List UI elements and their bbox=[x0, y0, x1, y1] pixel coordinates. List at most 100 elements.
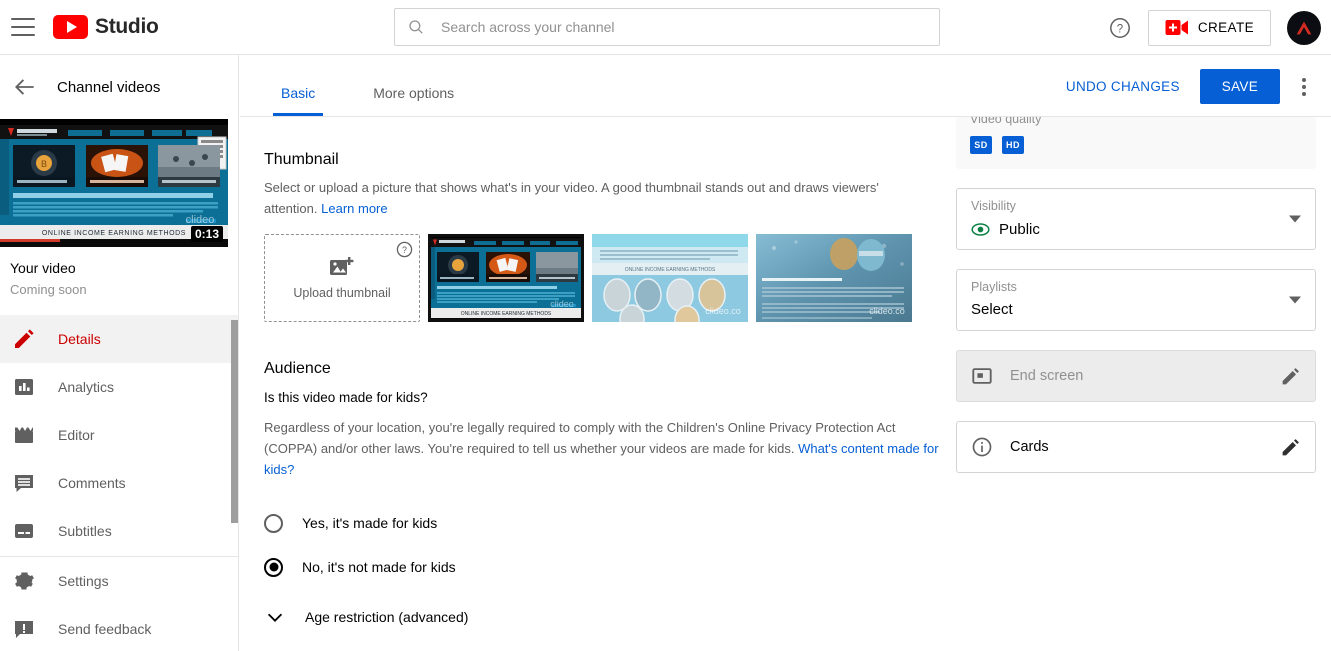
video-title: Your video bbox=[10, 260, 238, 276]
sidebar-item-label: Settings bbox=[58, 573, 109, 589]
sidebar-item-subtitles[interactable]: Subtitles bbox=[0, 507, 238, 555]
pencil-icon[interactable] bbox=[1280, 437, 1301, 458]
radio-made-for-kids[interactable]: Yes, it's made for kids bbox=[264, 506, 954, 540]
svg-text:?: ? bbox=[402, 245, 407, 255]
chevron-down-icon bbox=[1289, 297, 1301, 304]
upload-thumbnail-button[interactable]: Upload thumbnail ? bbox=[264, 234, 420, 322]
search-input[interactable] bbox=[441, 19, 927, 35]
age-restriction-toggle[interactable]: Age restriction (advanced) bbox=[264, 606, 954, 628]
youtube-logo-icon bbox=[53, 15, 88, 39]
sidebar-item-analytics[interactable]: Analytics bbox=[0, 363, 238, 411]
cards-label: Cards bbox=[1010, 439, 1280, 455]
undo-changes-button[interactable]: UNDO CHANGES bbox=[1054, 70, 1192, 103]
svg-text:clideo: clideo bbox=[186, 214, 215, 226]
audience-note: Regardless of your location, you're lega… bbox=[264, 417, 939, 480]
sidebar-item-settings[interactable]: Settings bbox=[0, 557, 238, 605]
tab-bar: Basic More options UNDO CHANGES SAVE bbox=[240, 55, 1331, 117]
chevron-down-icon bbox=[1289, 216, 1301, 223]
svg-text:clideo.co: clideo.co bbox=[869, 306, 905, 316]
search-box[interactable] bbox=[394, 8, 940, 46]
sidebar-item-editor[interactable]: Editor bbox=[0, 411, 238, 459]
audience-question: Is this video made for kids? bbox=[264, 390, 954, 405]
comment-icon bbox=[12, 471, 36, 495]
playlists-value-row: Select bbox=[971, 301, 1301, 318]
tab-more-options[interactable]: More options bbox=[365, 85, 462, 116]
tab-label: More options bbox=[373, 85, 454, 101]
create-button[interactable]: CREATE bbox=[1148, 10, 1271, 46]
tab-basic[interactable]: Basic bbox=[273, 85, 323, 116]
bar-chart-icon bbox=[12, 375, 36, 399]
sidebar-item-label: Analytics bbox=[58, 379, 114, 395]
radio-label: Yes, it's made for kids bbox=[302, 515, 437, 531]
sidebar-item-comments[interactable]: Comments bbox=[0, 459, 238, 507]
help-circle-icon[interactable]: ? bbox=[396, 241, 413, 258]
auto-thumbnail-option-1[interactable]: ONLINE INCOME EARNING METHODS clideo bbox=[428, 234, 584, 322]
sidebar-item-send-feedback[interactable]: Send feedback bbox=[0, 605, 238, 651]
svg-text:ONLINE INCOME EARNING METHODS: ONLINE INCOME EARNING METHODS bbox=[625, 267, 716, 273]
video-thumbnail-preview[interactable]: B bbox=[0, 119, 228, 247]
hamburger-icon[interactable] bbox=[11, 18, 35, 36]
back-arrow-icon[interactable] bbox=[12, 74, 38, 100]
top-header: Studio ? bbox=[0, 0, 1331, 55]
audience-radio-group: Yes, it's made for kids No, it's not mad… bbox=[264, 506, 954, 584]
end-screen-label: End screen bbox=[1010, 368, 1280, 384]
visibility-label: Visibility bbox=[971, 199, 1301, 213]
studio-brand-logo[interactable]: Studio bbox=[53, 15, 159, 39]
playlists-label: Playlists bbox=[971, 280, 1301, 294]
pencil-icon bbox=[12, 327, 36, 351]
svg-text:clideo: clideo bbox=[550, 299, 574, 309]
sidebar-header: Channel videos bbox=[0, 55, 238, 119]
help-circle-icon[interactable]: ? bbox=[1108, 16, 1132, 40]
svg-text:clideo.co: clideo.co bbox=[705, 306, 741, 316]
end-screen-icon bbox=[971, 365, 993, 387]
pencil-icon[interactable] bbox=[1280, 366, 1301, 387]
radio-indicator bbox=[264, 514, 283, 533]
right-column: Video quality SD HD Visibility Public bbox=[956, 117, 1316, 473]
account-avatar-icon[interactable] bbox=[1287, 11, 1321, 45]
sidebar-item-label: Editor bbox=[58, 427, 95, 443]
sidebar-nav: Details Analytics E bbox=[0, 315, 238, 555]
brand-name: Studio bbox=[95, 15, 159, 39]
auto-thumbnail-2-art: ONLINE INCOME EARNING METHODS clideo.co bbox=[592, 234, 748, 322]
tab-label: Basic bbox=[281, 85, 315, 101]
visibility-select[interactable]: Visibility Public bbox=[956, 188, 1316, 250]
kebab-menu-icon[interactable] bbox=[1292, 75, 1316, 99]
auto-thumbnail-option-3[interactable]: clideo.co bbox=[756, 234, 912, 322]
age-restriction-label: Age restriction (advanced) bbox=[305, 609, 468, 625]
scroll-pane: Thumbnail Select or upload a picture tha… bbox=[240, 117, 1331, 651]
info-circle-icon bbox=[971, 436, 993, 458]
subtitles-icon bbox=[12, 519, 36, 543]
sidebar-title: Channel videos bbox=[57, 79, 160, 96]
playlists-select[interactable]: Playlists Select bbox=[956, 269, 1316, 331]
thumbnail-learn-more-link[interactable]: Learn more bbox=[321, 201, 387, 216]
auto-thumbnail-1-art: ONLINE INCOME EARNING METHODS clideo bbox=[428, 234, 584, 322]
sidebar-bottom-nav: Settings Send feedback bbox=[0, 557, 238, 651]
video-status: Coming soon bbox=[10, 282, 238, 297]
auto-thumbnail-option-2[interactable]: ONLINE INCOME EARNING METHODS clideo.co bbox=[592, 234, 748, 322]
radio-not-made-for-kids[interactable]: No, it's not made for kids bbox=[264, 550, 954, 584]
svg-text:ONLINE INCOME EARNING METHODS: ONLINE INCOME EARNING METHODS bbox=[461, 311, 552, 317]
thumbnail-heading: Thumbnail bbox=[264, 151, 954, 169]
end-screen-row: End screen bbox=[956, 350, 1316, 402]
video-quality-card: Video quality SD HD bbox=[956, 117, 1316, 169]
sidebar-item-label: Details bbox=[58, 331, 101, 347]
search-container bbox=[394, 8, 940, 46]
auto-thumbnail-3-art: clideo.co bbox=[756, 234, 912, 322]
badge-sd: SD bbox=[970, 136, 992, 154]
thumbnail-options-row: Upload thumbnail ? bbox=[264, 234, 954, 322]
sidebar-item-details[interactable]: Details bbox=[0, 315, 238, 363]
save-button[interactable]: SAVE bbox=[1200, 69, 1280, 104]
sidebar-scrollbar[interactable] bbox=[231, 320, 238, 523]
youtube-studio-page: Studio ? bbox=[0, 0, 1331, 651]
radio-label: No, it's not made for kids bbox=[302, 559, 456, 575]
video-meta: Your video Coming soon bbox=[0, 247, 238, 297]
svg-text:?: ? bbox=[1117, 23, 1123, 35]
radio-indicator-selected bbox=[264, 558, 283, 577]
video-quality-label: Video quality bbox=[970, 117, 1041, 126]
visibility-value-row: Public bbox=[971, 220, 1301, 239]
main-column: Thumbnail Select or upload a picture tha… bbox=[264, 117, 954, 651]
svg-text:B: B bbox=[41, 159, 47, 169]
badge-hd: HD bbox=[1002, 136, 1024, 154]
create-label: CREATE bbox=[1198, 20, 1254, 35]
cards-row[interactable]: Cards bbox=[956, 421, 1316, 473]
